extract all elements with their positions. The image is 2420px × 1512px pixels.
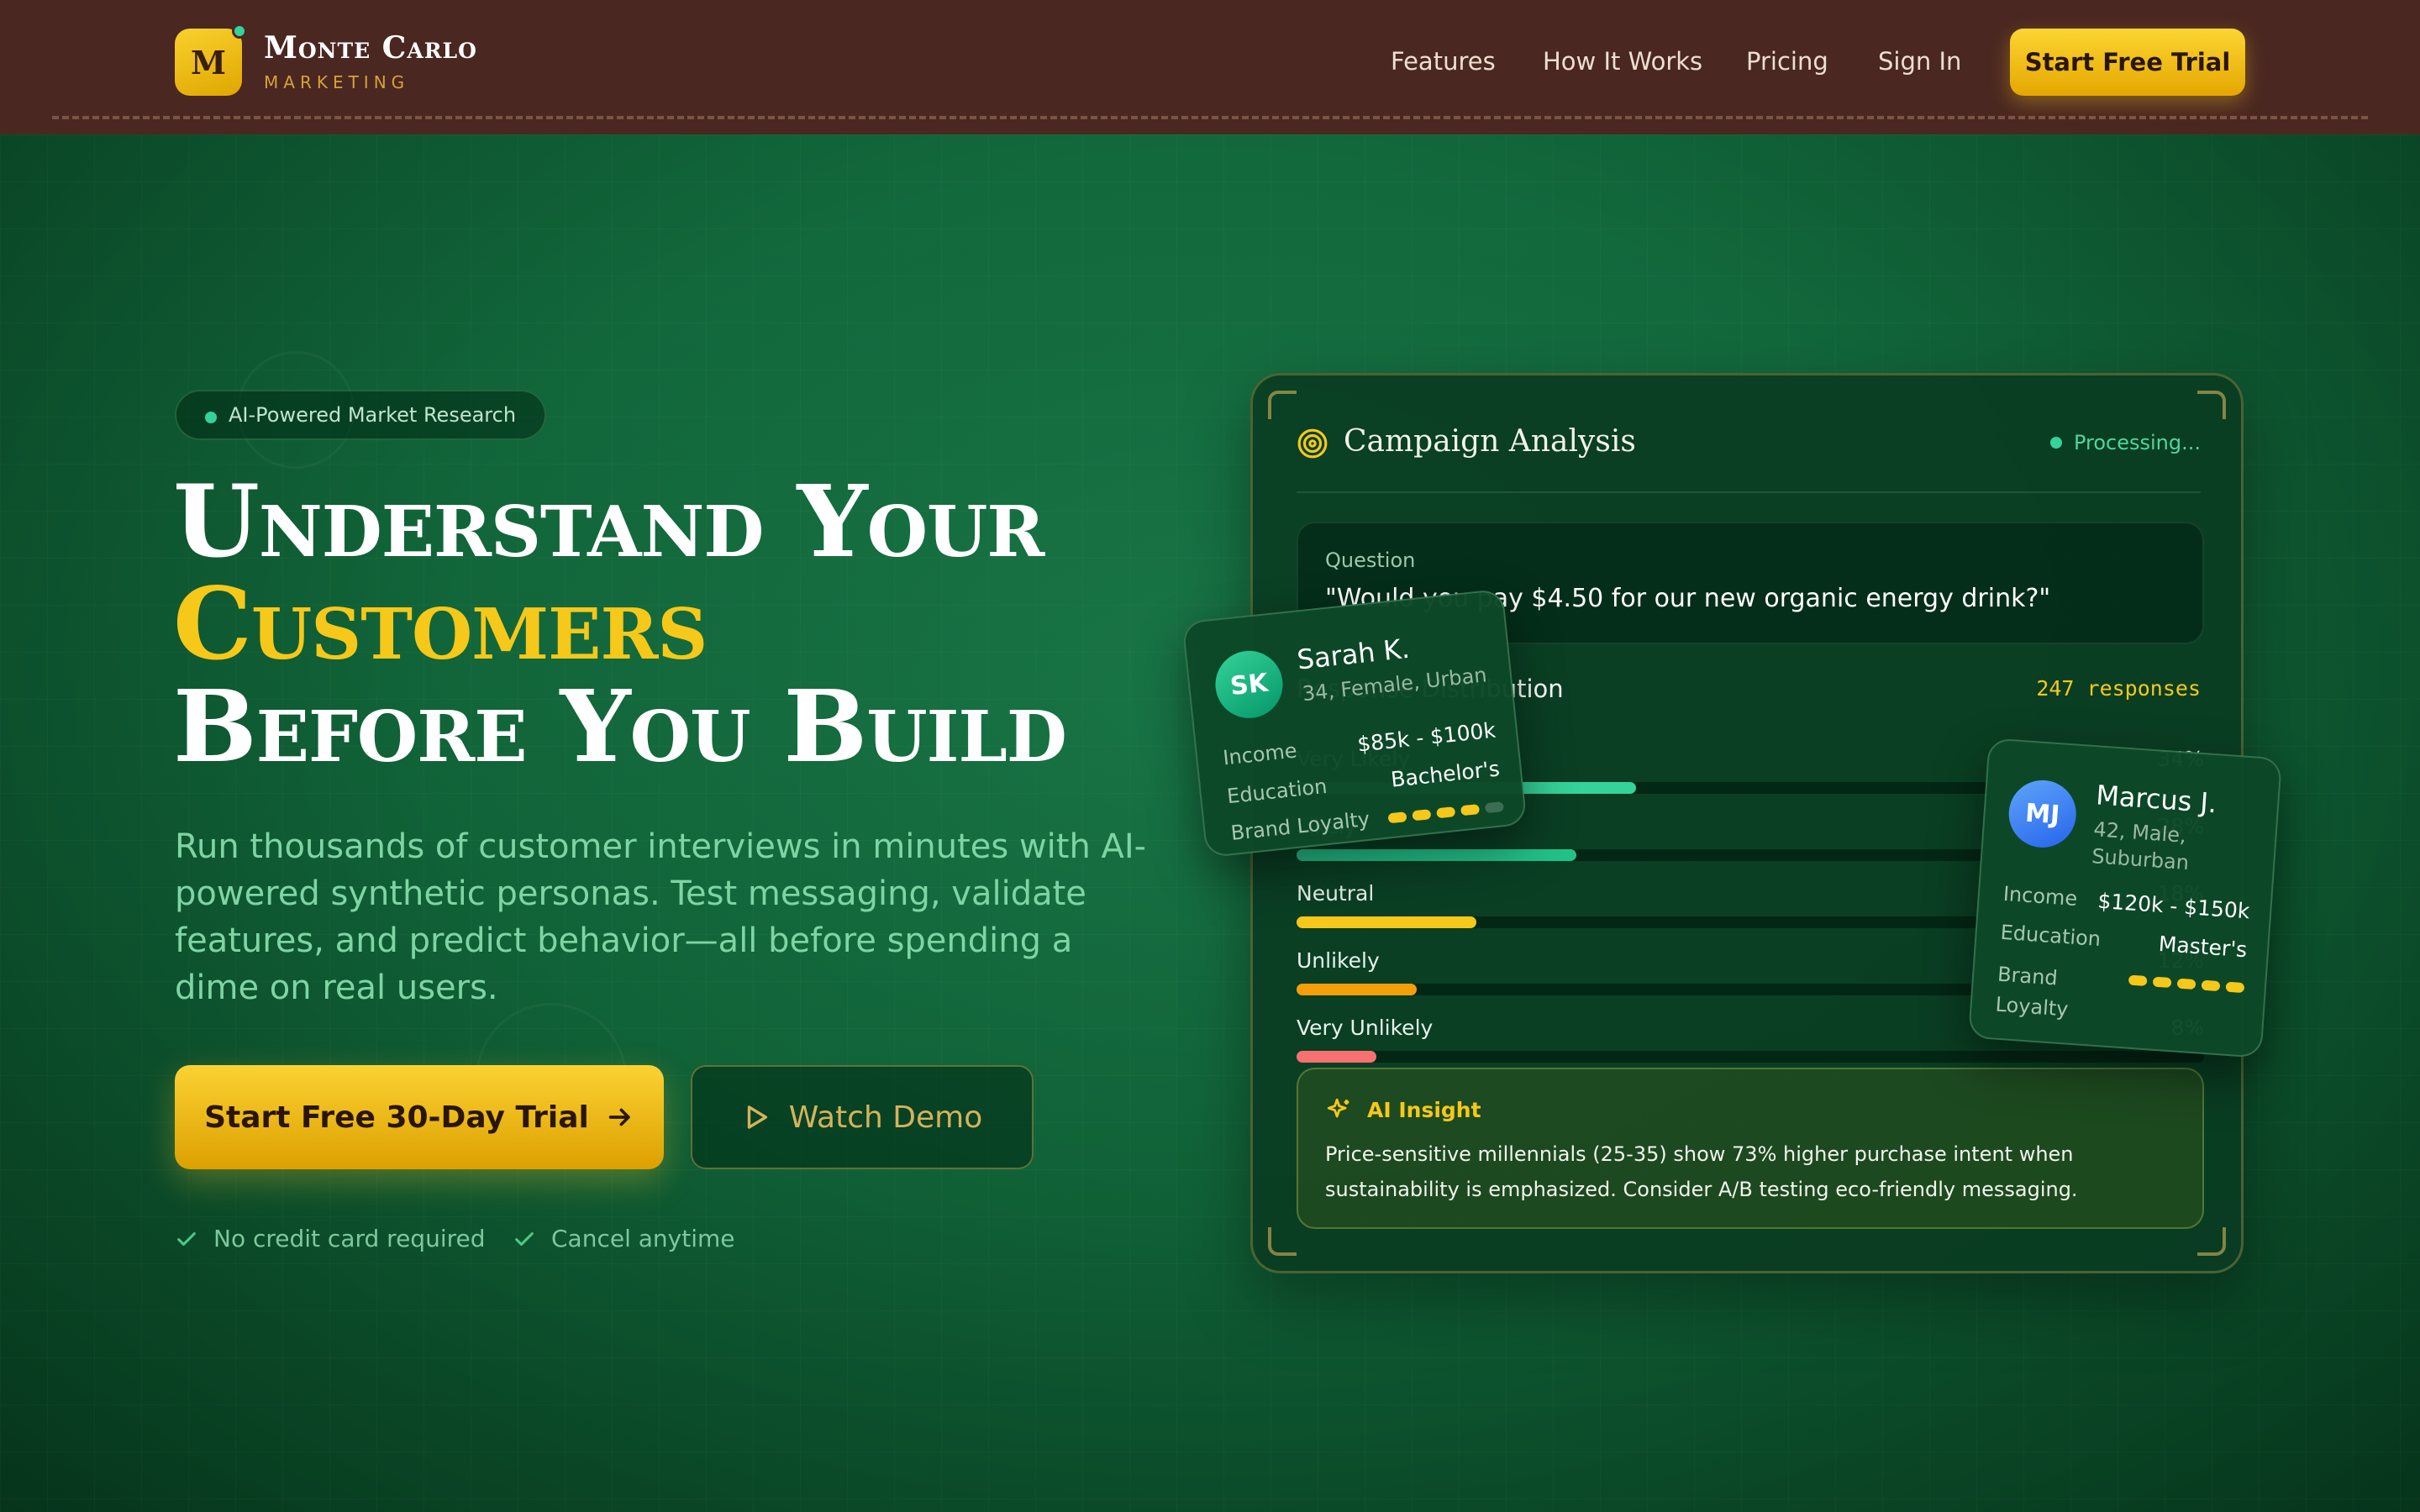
loyalty-dot (1412, 809, 1432, 822)
watch-demo-label: Watch Demo (788, 1100, 983, 1135)
response-bar-label: Neutral (1297, 881, 1375, 906)
nav-link-how-it-works[interactable]: How It Works (1543, 47, 1702, 76)
avatar: SK (1212, 647, 1286, 722)
loyalty-dot (1436, 806, 1456, 819)
loyalty-dot (1484, 801, 1504, 814)
headline-line-1: Understand Your (173, 463, 1044, 580)
top-navigation: M Monte Carlo MARKETING Features How It … (0, 0, 2420, 134)
income-label: Income (1222, 738, 1298, 770)
income-label: Income (2002, 881, 2079, 911)
education-value: Master's (2158, 931, 2249, 963)
cancel-anytime-note: Cancel anytime (513, 1225, 735, 1252)
card-corner-decoration (1268, 391, 1297, 419)
income-value: $85k - $100k (1355, 717, 1497, 757)
loyalty-dot (2128, 974, 2148, 987)
campaign-title: Campaign Analysis (1344, 424, 1636, 459)
response-bar-track (1297, 1051, 2204, 1063)
persona-card-marcus[interactable]: MJ Marcus J. 42, Male, Suburban Income $… (1967, 738, 2283, 1058)
persona-name: Sarah K. (1295, 632, 1412, 676)
loyalty-dot (2176, 978, 2196, 990)
persona-name: Marcus J. (2095, 779, 2218, 820)
brand-name[interactable]: Monte Carlo (264, 30, 477, 66)
brand-subtitle: MARKETING (264, 72, 410, 92)
ai-insight-box: AI Insight Price-sensitive millennials (… (1297, 1068, 2204, 1229)
education-label: Education (1999, 920, 2102, 952)
cancel-anytime-text: Cancel anytime (551, 1225, 735, 1252)
response-bar-fill (1297, 984, 1417, 995)
check-icon (177, 1231, 196, 1246)
loyalty-dot (2201, 979, 2221, 992)
card-corner-decoration (1268, 1227, 1297, 1256)
response-bar-label: Very Unlikely (1297, 1016, 1434, 1040)
nav-link-features[interactable]: Features (1391, 47, 1496, 76)
hero-headline: Understand Your Customers Before You Bui… (173, 470, 1265, 778)
education-value: Bachelor's (1389, 756, 1502, 792)
card-divider (1297, 491, 2201, 493)
ai-insight-title: AI Insight (1367, 1098, 1481, 1122)
ai-insight-text: Price-sensitive millennials (25-35) show… (1325, 1142, 2078, 1201)
logo-badge[interactable]: M (175, 24, 247, 96)
question-label: Question (1325, 549, 1416, 572)
persona-demographics: 42, Male, Suburban (2091, 817, 2190, 875)
processing-status-text: Processing... (2073, 431, 2201, 454)
start-free-trial-button[interactable]: Start Free Trial (2010, 29, 2245, 96)
headline-line-2-highlight: Customers (173, 565, 708, 682)
start-30-day-trial-label: Start Free 30-Day Trial (204, 1100, 589, 1135)
hero-subtext: Run thousands of customer interviews in … (175, 827, 1147, 1007)
arrow-right-icon (608, 1108, 630, 1126)
brand-loyalty-label: Brand Loyalty (1229, 806, 1371, 846)
headline-line-3: Before You Build (173, 668, 1067, 785)
persona-card-sarah[interactable]: SK Sarah K. 34, Female, Urban Income $85… (1181, 588, 1528, 858)
loyalty-dot (2225, 981, 2245, 994)
loyalty-dot (2152, 976, 2172, 989)
response-bar-label: Unlikely (1297, 948, 1380, 973)
processing-status: Processing... (2049, 431, 2201, 454)
brand-loyalty-rating (1387, 801, 1504, 824)
loyalty-dot (1387, 811, 1407, 824)
nav-link-sign-in[interactable]: Sign In (1878, 47, 1961, 76)
nav-link-pricing[interactable]: Pricing (1746, 47, 1828, 76)
brand-loyalty-label: Brand Loyalty (1994, 962, 2070, 1021)
sparkle-icon (1327, 1098, 1349, 1118)
play-icon (747, 1105, 767, 1129)
hero-badge-text: AI-Powered Market Research (229, 403, 517, 427)
badge-dot-icon (205, 412, 217, 423)
response-bar-fill (1297, 916, 1476, 928)
card-corner-decoration (2197, 1227, 2226, 1256)
loyalty-dot (1460, 804, 1481, 816)
response-bar-fill (1297, 1051, 1377, 1063)
logo-initial: M (190, 43, 227, 81)
hero-badge: AI-Powered Market Research (175, 390, 547, 440)
avatar: MJ (2007, 778, 2079, 850)
watch-demo-button[interactable]: Watch Demo (691, 1065, 1034, 1169)
response-bar-fill (1297, 849, 1576, 861)
logo-status-dot (232, 24, 247, 39)
status-dot-icon (2049, 437, 2062, 449)
nav-stitch-divider (52, 116, 2368, 119)
card-corner-decoration (2197, 391, 2226, 419)
brand-loyalty-rating (2128, 974, 2245, 994)
start-30-day-trial-button[interactable]: Start Free 30-Day Trial (175, 1065, 664, 1169)
income-value: $120k - $150k (2096, 888, 2251, 924)
target-icon (1297, 428, 1328, 459)
check-icon (515, 1231, 534, 1246)
no-credit-card-text: No credit card required (213, 1225, 486, 1252)
response-count: 247 responses (2036, 676, 2201, 701)
no-credit-card-note: No credit card required (175, 1225, 486, 1252)
education-label: Education (1225, 774, 1328, 809)
